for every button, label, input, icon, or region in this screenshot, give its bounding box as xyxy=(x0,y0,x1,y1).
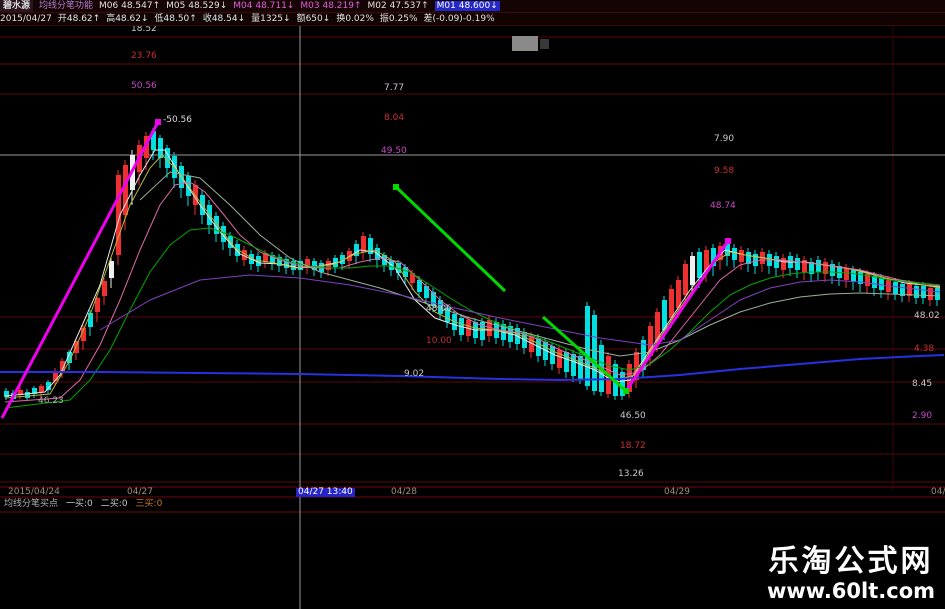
quote-item: 量1325↓ xyxy=(251,14,291,24)
buy-leg-magenta-2 xyxy=(624,240,730,392)
quote-item-list: 开48.62↑ 高48.62↓ 低48.50↑ 收48.54↓ 量1325↓ 额650↓ 换… xyxy=(58,13,501,25)
candle-body xyxy=(683,264,688,295)
gray-overlay-box xyxy=(540,39,549,49)
candle-body xyxy=(361,236,366,252)
signal-marker xyxy=(155,119,161,125)
candle-body xyxy=(935,288,940,300)
ma-value: M02 47.537↑ xyxy=(367,1,429,11)
ma-pink xyxy=(4,181,941,403)
candle-body xyxy=(851,270,856,282)
candle-body xyxy=(25,392,30,398)
candle-body xyxy=(879,278,884,290)
signal-marker xyxy=(623,388,629,394)
ma-blue-slow xyxy=(0,354,945,382)
candle-body xyxy=(655,312,660,342)
quote-item: 换0.02% xyxy=(336,14,374,24)
candlestick-chart[interactable] xyxy=(0,0,945,609)
candle-body xyxy=(816,260,821,272)
candle-body xyxy=(907,284,912,296)
stock-name[interactable]: 碧水源 xyxy=(0,0,34,12)
signal-item-list: 一买:0 二买:0 三买:0 xyxy=(66,499,170,509)
date-tick-label: 2015/04/24 xyxy=(8,487,60,497)
candle-body xyxy=(928,288,933,300)
candle-body xyxy=(844,268,849,280)
crosshair-time-label: 04/27 13:40 xyxy=(296,487,355,497)
candle-body xyxy=(697,252,702,278)
candle-body xyxy=(669,289,674,318)
candle-body xyxy=(102,281,107,296)
date-tick-label: 04/3 xyxy=(931,487,945,497)
candle-body xyxy=(88,313,93,327)
signal-status-bar: 均线分笔买点 一买:0 二买:0 三买:0 xyxy=(4,499,178,510)
candle-body xyxy=(109,261,114,278)
candle-body xyxy=(753,254,758,266)
ma-value: M06 48.547↑ xyxy=(99,1,161,11)
date-tick-label: 04/28 xyxy=(391,487,417,497)
candle-body xyxy=(39,386,44,392)
ma-value: M05 48.529↓ xyxy=(166,1,228,11)
candle-body xyxy=(893,282,898,294)
signal-indicator-name: 均线分笔买点 xyxy=(4,499,59,509)
candle-body xyxy=(774,256,779,268)
candle-body xyxy=(585,306,590,386)
candle-body xyxy=(564,352,569,372)
candle-body xyxy=(914,286,919,298)
ma-value-list: M06 48.547↑ M05 48.529↓ M04 48.711↓ M03 48.… xyxy=(99,0,506,12)
ma-value: M03 48.219↑ xyxy=(300,1,362,11)
date-tick-label: 04/27 xyxy=(127,487,153,497)
quote-item: 高48.62↓ xyxy=(106,14,149,24)
watermark-site-name: 乐淘公式网 xyxy=(768,544,934,579)
quote-info-bar: 2015/04/27 开48.62↑ 高48.62↓ 低48.50↑ 收48.54↓ 量… xyxy=(0,13,945,26)
ma-green xyxy=(4,227,941,409)
candle-body xyxy=(921,286,926,298)
signal-marker xyxy=(725,238,731,244)
watermark-url: www.60lt.com xyxy=(766,579,935,603)
quote-item: 差(-0.09)-0.19% xyxy=(423,14,495,24)
quote-item: 振0.25% xyxy=(379,14,418,24)
signal-marker xyxy=(393,184,399,190)
chart-area[interactable] xyxy=(0,0,945,609)
candle-body xyxy=(795,258,800,270)
signal-count: 一买:0 xyxy=(66,499,93,509)
signal-count: 二买:0 xyxy=(100,499,128,509)
signal-count: 三买:0 xyxy=(135,499,163,509)
candle-body xyxy=(732,248,737,260)
ma-value: M01 48.600↓ xyxy=(434,1,500,11)
ma-value: M04 48.711↓ xyxy=(233,1,295,11)
quote-date: 2015/04/27 xyxy=(0,14,52,24)
candle-body xyxy=(690,256,695,285)
ma-yellow xyxy=(4,154,941,399)
gray-overlay-box xyxy=(512,36,538,51)
title-bar: 碧水源 均线分笔功能 M06 48.547↑ M05 48.529↓ M04 48.… xyxy=(0,0,945,13)
candle-body xyxy=(571,354,576,376)
quote-item: 收48.54↓ xyxy=(202,14,246,24)
candle-body xyxy=(739,250,744,262)
quote-item: 额650↓ xyxy=(296,14,331,24)
candle-body xyxy=(578,356,583,380)
indicator-name[interactable]: 均线分笔功能 xyxy=(39,0,93,12)
quote-item: 低48.50↑ xyxy=(154,14,197,24)
date-tick-label: 04/29 xyxy=(664,487,690,497)
watermark: 乐淘公式网 www.60lt.com xyxy=(766,544,935,604)
trading-app-window: 18.52 23.76 50.56 -50.56 7.77 8.04 49.50 7.90 9.… xyxy=(0,0,945,609)
quote-item: 开48.62↑ xyxy=(57,14,101,24)
buy-leg-magenta-1 xyxy=(0,121,160,419)
candle-body xyxy=(872,276,877,288)
